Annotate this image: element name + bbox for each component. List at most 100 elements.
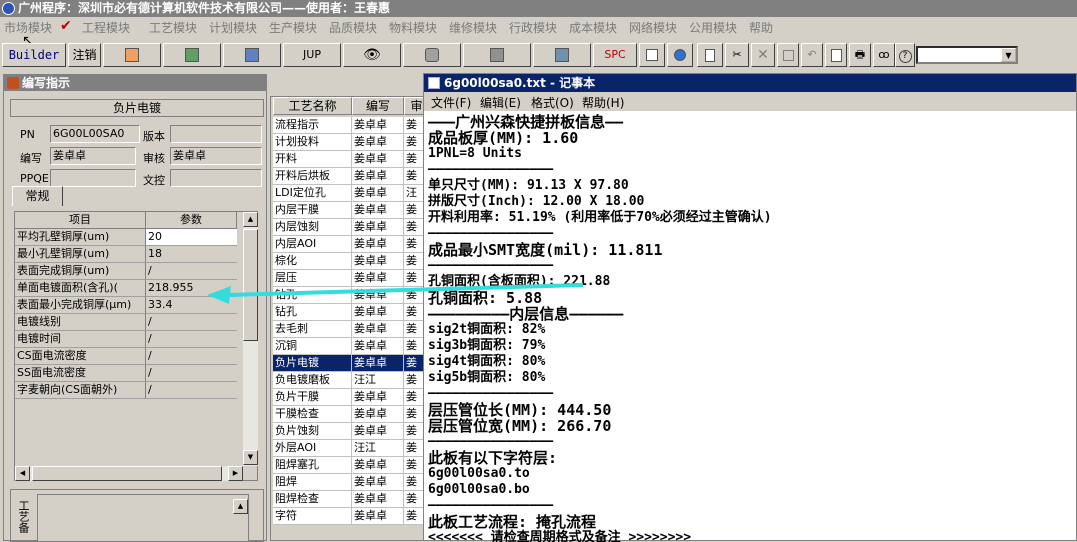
- scroll-down-icon[interactable]: ▼: [243, 450, 258, 465]
- param-row[interactable]: 表面最小完成铜厚(μm) 33.4: [15, 297, 237, 314]
- param-row[interactable]: 平均孔壁铜厚(um) 20: [15, 229, 237, 246]
- database-button[interactable]: [403, 43, 461, 67]
- table-cell-author: 姜卓卓: [352, 406, 404, 423]
- hscroll-thumb[interactable]: [32, 466, 222, 481]
- table-cell-name: 计划投料: [273, 134, 352, 151]
- scroll-up-icon[interactable]: ▲: [243, 212, 258, 227]
- col-header-process[interactable]: 工艺名称: [273, 97, 352, 115]
- param-value[interactable]: 33.4: [146, 297, 237, 314]
- table-cell-name: 负片电镀: [273, 355, 352, 372]
- menu-item-12[interactable]: 帮助: [749, 19, 773, 36]
- table-cell-author: 姜卓卓: [352, 474, 404, 491]
- menu-item-6[interactable]: 物料模块: [389, 19, 437, 36]
- param-grid-hscrollbar[interactable]: ◀ ▶: [15, 466, 243, 481]
- scroll-thumb[interactable]: [243, 229, 258, 341]
- cut-button[interactable]: ✂: [725, 43, 749, 67]
- calendar-button[interactable]: [639, 43, 665, 67]
- save-button[interactable]: [777, 43, 799, 67]
- view-button[interactable]: 👁: [343, 43, 401, 67]
- param-row[interactable]: SS面电流密度 /: [15, 365, 237, 382]
- param-value[interactable]: /: [146, 382, 237, 399]
- jup-button[interactable]: JUP: [283, 43, 341, 67]
- table-cell-author: 姜卓卓: [352, 185, 404, 202]
- menu-item-10[interactable]: 网络模块: [629, 19, 677, 36]
- pn-field[interactable]: 6G00L00SA0: [50, 125, 140, 143]
- author-field[interactable]: 姜卓卓: [50, 147, 136, 165]
- grid-header-param[interactable]: 参数: [146, 212, 237, 229]
- toolbar-combo[interactable]: ▼: [916, 46, 1018, 64]
- notepad-menu-format[interactable]: 格式(O): [531, 94, 574, 111]
- menu-item-11[interactable]: 公用模块: [689, 19, 737, 36]
- tools-button[interactable]: [463, 43, 531, 67]
- find-button[interactable]: ꝏ: [873, 43, 895, 67]
- new-document-button[interactable]: [697, 43, 723, 67]
- scroll-right-icon[interactable]: ▶: [228, 466, 243, 481]
- menu-item-5[interactable]: 品质模块: [329, 19, 377, 36]
- table-cell-author: 姜卓卓: [352, 287, 404, 304]
- tab-general[interactable]: 常规: [12, 186, 63, 206]
- param-value[interactable]: /: [146, 263, 237, 280]
- table-cell-author: 姜卓卓: [352, 236, 404, 253]
- delete-button[interactable]: ✕: [751, 43, 775, 67]
- preview-icon: [830, 48, 842, 62]
- param-grid-vscrollbar[interactable]: ▲ ▼: [243, 212, 258, 466]
- param-row[interactable]: 电镀时间 /: [15, 331, 237, 348]
- param-row[interactable]: 表面完成铜厚(um) /: [15, 263, 237, 280]
- chevron-down-icon[interactable]: ▼: [1001, 48, 1016, 62]
- word-button[interactable]: [223, 43, 281, 67]
- param-value[interactable]: /: [146, 365, 237, 382]
- param-value[interactable]: /: [146, 331, 237, 348]
- notepad-menu-bar: 文件(F) 编辑(E) 格式(O) 帮助(H): [424, 92, 1076, 111]
- builder-button[interactable]: Builder: [2, 43, 66, 67]
- menu-item-4[interactable]: 生产模块: [269, 19, 317, 36]
- param-name: 表面最小完成铜厚(μm): [15, 297, 146, 314]
- menu-item-1[interactable]: 工程模块: [82, 19, 130, 36]
- table-cell-name: 外层AOI: [273, 440, 352, 457]
- notepad-menu-file[interactable]: 文件(F): [431, 94, 471, 111]
- param-value[interactable]: 218.955: [146, 280, 237, 297]
- table-cell-name: 负片蚀刻: [273, 423, 352, 440]
- param-row[interactable]: 电镀线别 /: [15, 314, 237, 331]
- param-value[interactable]: /: [146, 348, 237, 365]
- undo-button[interactable]: ↶: [801, 43, 823, 67]
- menu-item-3[interactable]: 计划模块: [209, 19, 257, 36]
- menu-item-7[interactable]: 维修模块: [449, 19, 497, 36]
- spc-button[interactable]: SPC: [593, 43, 637, 67]
- param-name: SS面电流密度: [15, 365, 146, 382]
- notepad-text-area[interactable]: ———广州兴森快捷拼板信息—— 成品板厚(MM): 1.60 1PNL=8 Unit…: [428, 114, 1068, 542]
- scroll-up-icon[interactable]: ▲: [233, 499, 248, 514]
- col-header-author[interactable]: 编写: [352, 97, 404, 115]
- param-row[interactable]: 字麦朝向(CS面朝外) /: [15, 382, 237, 399]
- preview-button[interactable]: [825, 43, 847, 67]
- excel-icon: [185, 48, 199, 62]
- param-row[interactable]: 最小孔壁铜厚(um) 18: [15, 246, 237, 263]
- print-button[interactable]: 🖶: [849, 43, 871, 67]
- version-field[interactable]: [170, 125, 262, 143]
- doc-control-field[interactable]: [170, 169, 262, 187]
- help-button[interactable]: ?: [895, 43, 915, 67]
- ie-button[interactable]: [667, 43, 693, 67]
- excel-button[interactable]: [163, 43, 221, 67]
- param-value[interactable]: 20: [146, 229, 237, 246]
- reviewer-field[interactable]: 姜卓卓: [170, 147, 262, 165]
- menu-item-9[interactable]: 成本模块: [569, 19, 617, 36]
- notepad-title: 6g00l00sa0.txt - 记事本: [424, 74, 1076, 92]
- menu-item-2[interactable]: 工艺模块: [149, 19, 197, 36]
- computer-button[interactable]: [533, 43, 591, 67]
- param-value[interactable]: /: [146, 314, 237, 331]
- version-label: 版本: [143, 130, 165, 143]
- param-row[interactable]: CS面电流密度 /: [15, 348, 237, 365]
- scroll-left-icon[interactable]: ◀: [15, 466, 30, 481]
- param-row[interactable]: 单面电镀面积(含孔)(218.955: [15, 280, 237, 297]
- logout-button[interactable]: 注销: [68, 43, 101, 67]
- menu-item-8[interactable]: 行政模块: [509, 19, 557, 36]
- ppqe-field[interactable]: [50, 169, 136, 187]
- notepad-menu-help[interactable]: 帮助(H): [582, 94, 624, 111]
- param-value[interactable]: 18: [146, 246, 237, 263]
- notepad-menu-edit[interactable]: 编辑(E): [480, 94, 521, 111]
- memo-field[interactable]: ▲: [37, 494, 249, 542]
- ppt-button[interactable]: [103, 43, 161, 67]
- table-cell-name: 棕化: [273, 253, 352, 270]
- grid-header-item[interactable]: 项目: [15, 212, 146, 229]
- doc-control-label: 文控: [143, 174, 165, 187]
